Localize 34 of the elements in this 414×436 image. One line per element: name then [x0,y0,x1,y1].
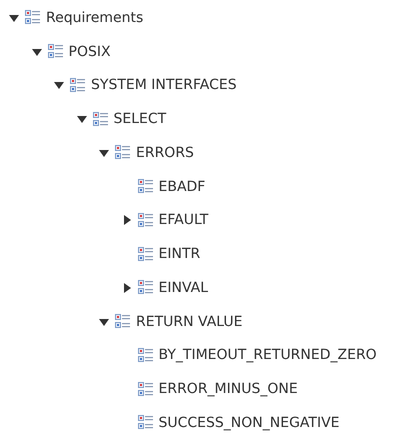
tree-item[interactable]: EBADF [158,178,206,195]
tree-item[interactable]: EFAULT [158,212,208,228]
requirement-icon [115,314,130,330]
requirement-icon [48,44,62,60]
requirement-icon [115,145,130,160]
tree-item[interactable]: EINTR [158,246,200,262]
tree-item[interactable]: SELECT [112,111,166,128]
tree-item[interactable]: EINVAL [158,280,208,296]
expanded-arrow-icon[interactable] [99,148,109,158]
tree-item[interactable]: RETURN VALUE [135,314,242,330]
requirement-icon [70,78,85,93]
expanded-arrow-icon[interactable] [9,12,19,23]
expanded-arrow-icon[interactable] [32,46,42,57]
requirement-icon [138,246,152,262]
requirement-icon [138,415,152,430]
tree-item[interactable]: SUCCESS_NON_NEGATIVE [158,414,340,431]
expanded-arrow-icon[interactable] [99,316,109,327]
requirement-icon [138,280,152,296]
tree-item[interactable]: SYSTEM INTERFACES [90,77,237,94]
tree-item[interactable]: Requirements [45,10,144,26]
tree-item[interactable]: ERRORS [135,144,194,161]
requirement-icon [92,112,108,127]
tree-item[interactable]: POSIX [68,44,111,60]
requirement-icon [138,212,152,228]
tree-item[interactable]: ERROR_MINUS_ONE [158,381,298,398]
requirement-icon [138,348,152,363]
requirement-icon [25,10,40,26]
requirement-icon [138,179,152,194]
requirement-icon [138,382,152,397]
tree-item[interactable]: BY_TIMEOUT_RETURNED_ZERO [158,347,377,364]
expanded-arrow-icon[interactable] [76,114,86,124]
collapsed-arrow-icon[interactable] [122,282,132,293]
expanded-arrow-icon[interactable] [54,80,64,90]
collapsed-arrow-icon[interactable] [122,215,132,226]
